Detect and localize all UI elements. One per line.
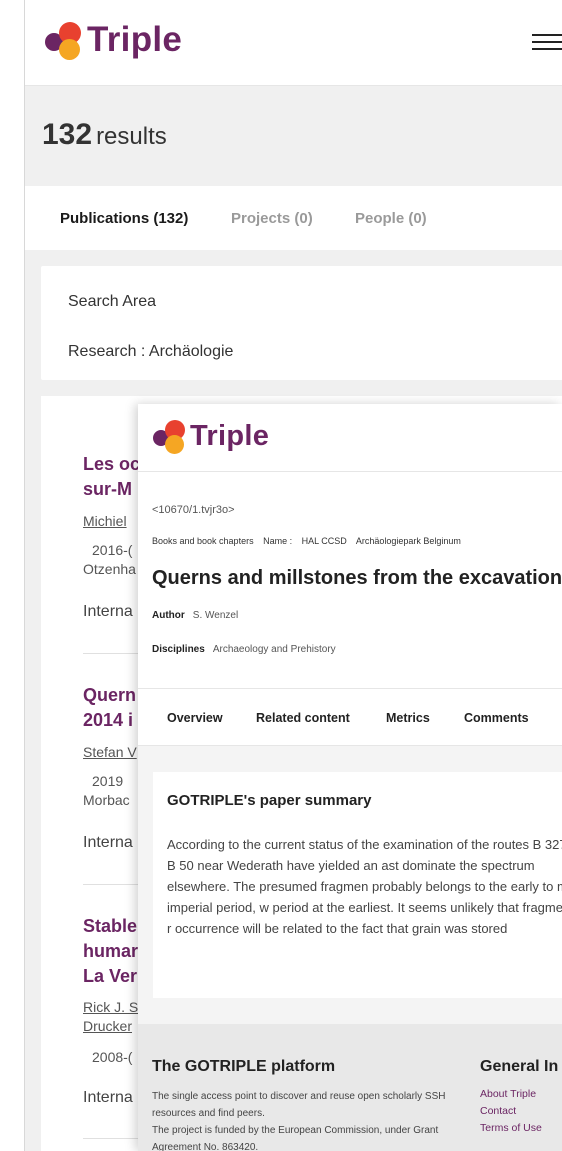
summary-heading: GOTRIPLE's paper summary [167, 792, 372, 809]
footer-link-about[interactable]: About Triple [480, 1088, 536, 1100]
result-author[interactable]: Rick J. S [83, 999, 139, 1015]
result-divider [83, 653, 143, 654]
paper-disciplines[interactable]: Archaeology and Prehistory [213, 644, 336, 655]
result-divider [83, 884, 143, 885]
result-divider [83, 1138, 143, 1139]
result-author[interactable]: Stefan V [83, 744, 139, 760]
result-type: Interna [83, 834, 133, 851]
results-count-heading: 132 results [42, 118, 167, 152]
name-label: Name : [263, 536, 293, 546]
tab-overview[interactable]: Overview [167, 711, 223, 725]
result-type-tabs: Publications (132) Projects (0) People (… [25, 186, 562, 250]
result-type: Interna [83, 603, 133, 620]
result-title[interactable]: Stable humar La Ver [83, 914, 143, 989]
footer-link-terms[interactable]: Terms of Use [480, 1122, 542, 1134]
result-title[interactable]: Les oc sur-M [83, 452, 143, 502]
tab-people[interactable]: People (0) [355, 210, 427, 227]
result-author[interactable]: Michiel [83, 513, 139, 529]
paper-site: Archäologiepark Belginum [355, 536, 461, 546]
logo-mark-icon [43, 20, 87, 60]
paper-author-row: Author S. Wenzel [152, 610, 238, 621]
paper-meta-row: Books and book chapters Name : HAL CCSD … [152, 536, 468, 546]
author-label: Author [152, 610, 185, 621]
search-area-label: Search Area [68, 293, 157, 310]
results-label: results [96, 123, 167, 150]
result-date: 2019 [92, 773, 124, 789]
result-author[interactable]: Drucker [83, 1018, 139, 1034]
doi-identifier: <10670/1.tvjr3o> [152, 504, 235, 516]
paper-source: HAL CCSD [301, 536, 347, 546]
triple-logo[interactable]: Triple [43, 20, 182, 60]
paper-author[interactable]: S. Wenzel [193, 610, 238, 621]
paper-title: Querns and millstones from the excavatio… [152, 567, 562, 589]
footer: The GOTRIPLE platform The single access … [138, 1024, 562, 1151]
result-date: 2008-( [92, 1049, 133, 1065]
result-date: 2016-( [92, 542, 133, 558]
paper-detail-overlay: Triple <10670/1.tvjr3o> Books and book c… [138, 404, 562, 1151]
detail-header: Triple [138, 404, 562, 472]
top-header: Triple [25, 0, 562, 86]
logo-mark-icon [152, 418, 190, 454]
detail-tabs: Overview Related content Metrics Comment… [138, 688, 562, 746]
logo-text: Triple [87, 20, 183, 59]
result-location: Morbac [83, 792, 130, 808]
paper-disciplines-row: Disciplines Archaeology and Prehistory [152, 644, 336, 655]
footer-info-heading: General In [480, 1058, 559, 1075]
footer-link-contact[interactable]: Contact [480, 1105, 516, 1117]
footer-platform-text: The single access point to discover and … [152, 1091, 446, 1151]
result-title[interactable]: Quern 2014 i [83, 683, 143, 733]
tab-metrics[interactable]: Metrics [386, 711, 430, 725]
search-area-panel: Search Area Research : Archäologie [41, 266, 562, 380]
search-query[interactable]: Research : Archäologie [68, 343, 233, 361]
tab-related-content[interactable]: Related content [256, 711, 350, 725]
hamburger-menu-icon[interactable] [532, 34, 562, 54]
logo-text: Triple [190, 419, 270, 452]
tab-publications[interactable]: Publications (132) [60, 210, 188, 227]
summary-text: According to the current status of the e… [167, 837, 562, 936]
footer-platform-heading: The GOTRIPLE platform [152, 1058, 336, 1075]
result-location: Otzenha [83, 561, 136, 577]
disciplines-label: Disciplines [152, 644, 205, 655]
result-type: Interna [83, 1089, 133, 1106]
paper-type: Books and book chapters [152, 536, 254, 546]
triple-logo[interactable]: Triple [152, 418, 269, 454]
tab-comments[interactable]: Comments [464, 711, 529, 725]
results-count: 132 [42, 118, 93, 151]
tab-projects[interactable]: Projects (0) [231, 210, 313, 227]
summary-section: GOTRIPLE's paper summary According to th… [138, 746, 562, 1024]
summary-card: GOTRIPLE's paper summary According to th… [153, 772, 562, 998]
